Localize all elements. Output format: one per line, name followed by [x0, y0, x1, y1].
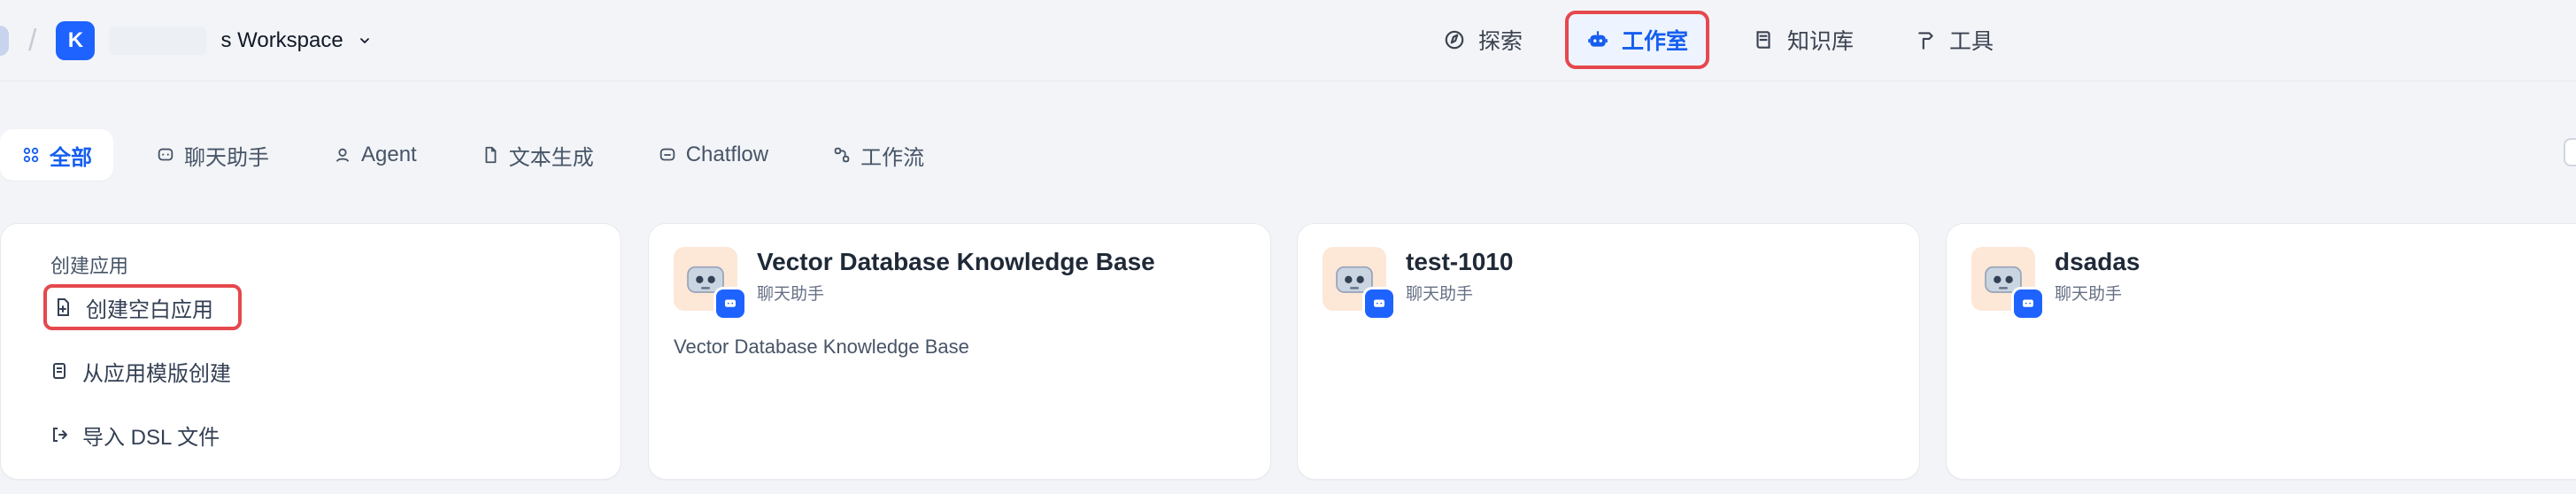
- app-card[interactable]: test-1010 聊天助手: [1297, 223, 1920, 480]
- nav-label: 工作室: [1622, 29, 1689, 54]
- workspace-switcher[interactable]: / K s Workspace: [0, 16, 372, 66]
- filter-label: 文本生成: [508, 145, 594, 170]
- edge-indicator: [0, 26, 9, 56]
- app-meta: dsadas 聊天助手: [2055, 247, 2140, 305]
- app-avatar: [674, 247, 744, 318]
- app-card-header: test-1010 聊天助手: [1323, 247, 1513, 318]
- workspace-avatar: K: [56, 21, 96, 60]
- filter-label: Agent: [361, 143, 417, 166]
- create-card-title: 创建应用: [50, 255, 129, 277]
- main-nav: 探索 工作室 知识库 工具: [1425, 11, 2011, 69]
- filter-all[interactable]: 全部: [0, 129, 113, 181]
- doc-icon: [481, 145, 500, 165]
- nav-tools[interactable]: 工具: [1896, 11, 2011, 69]
- breadcrumb-separator: /: [28, 23, 37, 58]
- chevron-down-icon: [359, 38, 369, 43]
- chat-badge-icon: [716, 289, 744, 318]
- app-card-header: dsadas 聊天助手: [1971, 247, 2140, 318]
- filter-agent[interactable]: Agent: [312, 129, 438, 181]
- nav-label: 工具: [1949, 29, 1994, 54]
- create-option-label: 创建空白应用: [86, 297, 213, 322]
- filter-text-generation[interactable]: 文本生成: [459, 129, 615, 181]
- chatflow-icon: [658, 145, 677, 165]
- workspace-name: s Workspace: [220, 28, 343, 52]
- workspace-name-redacted: [109, 27, 207, 55]
- app-card[interactable]: Vector Database Knowledge Base 聊天助手 Vect…: [648, 223, 1271, 480]
- filter-label: 聊天助手: [184, 145, 269, 170]
- app-card-header: Vector Database Knowledge Base 聊天助手: [674, 247, 1155, 318]
- import-dsl-file[interactable]: 导入 DSL 文件: [43, 412, 242, 458]
- workspace-initial: K: [67, 28, 84, 52]
- filter-label: Chatflow: [685, 143, 769, 166]
- app-description: Vector Database Knowledge Base: [674, 336, 969, 358]
- create-option-label: 导入 DSL 文件: [82, 425, 220, 450]
- filter-chatflow[interactable]: Chatflow: [636, 129, 790, 181]
- agent-icon: [333, 145, 352, 165]
- create-options: 创建空白应用 从应用模版创建 导入 DSL 文件: [43, 284, 242, 458]
- app-title: dsadas: [2055, 248, 2140, 275]
- nav-label: 知识库: [1787, 29, 1855, 54]
- app-meta: test-1010 聊天助手: [1406, 247, 1513, 305]
- filter-chat-assistant[interactable]: 聊天助手: [135, 129, 290, 181]
- chat-badge-icon: [1365, 289, 1393, 318]
- import-icon: [49, 424, 70, 445]
- app-type: 聊天助手: [1406, 285, 1474, 304]
- nav-label: 探索: [1478, 29, 1523, 54]
- app-avatar: [1323, 247, 1393, 318]
- app-root: / K s Workspace 探索 工作室 知识库 工具 全部 聊天助手 Ag…: [0, 0, 2576, 494]
- app-type: 聊天助手: [757, 285, 825, 304]
- grid-icon: [21, 145, 41, 165]
- top-header: / K s Workspace 探索 工作室 知识库 工具: [0, 0, 2576, 81]
- app-avatar: [1971, 247, 2042, 318]
- apps-grid: 创建应用 创建空白应用 从应用模版创建 导入 DSL 文件 Vector Dat…: [0, 223, 2576, 480]
- app-title: Vector Database Knowledge Base: [757, 248, 1155, 275]
- nav-knowledge[interactable]: 知识库: [1734, 11, 1871, 69]
- filter-workflow[interactable]: 工作流: [811, 129, 945, 181]
- app-type-filters: 全部 聊天助手 Agent 文本生成 Chatflow 工作流: [0, 129, 945, 181]
- compass-icon: [1443, 28, 1466, 51]
- create-blank-app[interactable]: 创建空白应用: [43, 284, 242, 330]
- app-type: 聊天助手: [2055, 285, 2123, 304]
- hammer-icon: [1914, 28, 1937, 51]
- nav-explore[interactable]: 探索: [1425, 11, 1540, 69]
- template-icon: [49, 360, 70, 382]
- checkbox-partial[interactable]: [2564, 138, 2576, 166]
- app-meta: Vector Database Knowledge Base 聊天助手: [757, 247, 1155, 305]
- new-file-icon: [52, 297, 73, 318]
- filter-label: 全部: [50, 145, 92, 170]
- workflow-icon: [832, 145, 852, 165]
- app-card[interactable]: dsadas 聊天助手: [1946, 223, 2576, 480]
- app-title: test-1010: [1406, 248, 1514, 275]
- nav-studio[interactable]: 工作室: [1565, 11, 1710, 69]
- chat-badge-icon: [2014, 289, 2042, 318]
- create-option-label: 从应用模版创建: [82, 361, 231, 386]
- robot-icon: [1586, 28, 1609, 51]
- book-icon: [1752, 28, 1775, 51]
- create-from-template[interactable]: 从应用模版创建: [43, 348, 242, 394]
- filter-label: 工作流: [860, 145, 925, 170]
- create-app-card: 创建应用 创建空白应用 从应用模版创建 导入 DSL 文件: [0, 223, 621, 480]
- chat-icon: [156, 145, 175, 165]
